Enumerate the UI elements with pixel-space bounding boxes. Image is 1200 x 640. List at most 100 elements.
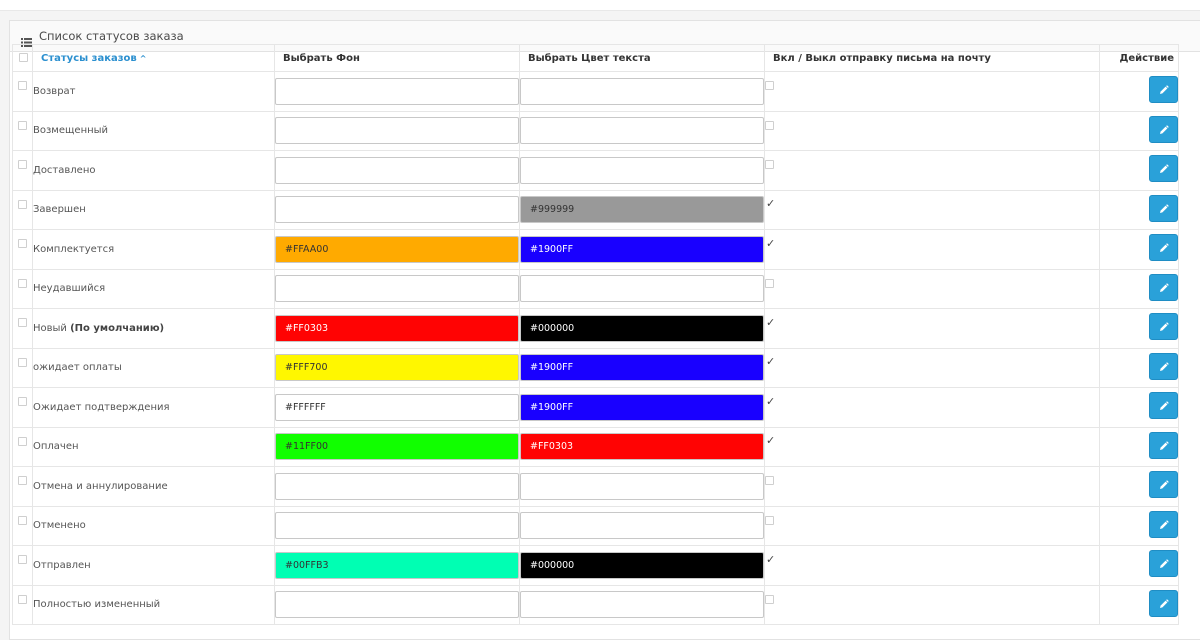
row-select-checkbox[interactable] [18,120,27,130]
background-color-input[interactable] [275,512,519,540]
mail-toggle-cell: ✓ [764,545,1100,586]
table-row: Отмена и аннулирование [12,466,1179,507]
action-cell [1099,466,1179,507]
row-select-checkbox[interactable] [18,436,27,446]
row-select-checkbox[interactable] [18,594,27,604]
row-select-checkbox[interactable] [18,476,27,486]
background-color-input[interactable]: #00FFB3 [275,551,519,579]
pencil-icon [1160,164,1169,174]
text-color-input[interactable]: #1900FF [520,354,764,382]
column-header-status[interactable]: Статусы заказов ^ [32,44,275,72]
status-name: Новый [33,322,71,334]
row-select-checkbox[interactable] [18,555,27,565]
text-color-input[interactable]: #1900FF [520,235,764,263]
text-color-input[interactable]: #000000 [520,314,764,342]
action-cell [1099,229,1179,270]
pencil-icon [1160,243,1169,253]
background-color-input[interactable]: #11FF00 [275,433,519,461]
row-select-checkbox[interactable] [18,397,27,407]
row-select-checkbox[interactable] [18,515,27,525]
row-select-checkbox[interactable] [18,199,27,209]
edit-button[interactable] [1149,115,1178,143]
edit-button[interactable] [1149,76,1178,104]
check-icon[interactable]: ✓ [766,355,775,368]
action-cell [1099,505,1179,546]
edit-button[interactable] [1149,155,1178,183]
mail-toggle-checkbox[interactable] [765,594,775,604]
edit-button[interactable] [1149,234,1178,262]
background-color-input[interactable]: #FFAA00 [275,235,519,263]
background-color-cell: #FF0303 [274,308,520,349]
text-color-input[interactable]: #000000 [520,551,764,579]
edit-button[interactable] [1149,273,1178,301]
row-select-checkbox[interactable] [18,357,27,367]
text-color-input[interactable]: #FF0303 [520,433,764,461]
row-select-cell [12,308,33,349]
background-color-input[interactable] [275,117,519,145]
mail-toggle-checkbox[interactable] [765,278,775,288]
background-color-input[interactable] [275,196,519,224]
select-all-checkbox[interactable] [19,53,28,62]
row-select-checkbox[interactable] [18,318,27,328]
action-cell [1099,426,1179,467]
background-color-input[interactable]: #FFFFFF [275,393,519,421]
edit-button[interactable] [1149,352,1178,380]
check-icon[interactable]: ✓ [766,434,775,447]
text-color-cell: #FF0303 [519,426,765,467]
edit-button[interactable] [1149,550,1178,578]
text-color-input[interactable] [520,591,764,619]
edit-button[interactable] [1149,194,1178,222]
row-select-checkbox[interactable] [18,239,27,249]
text-color-input[interactable] [520,117,764,145]
check-icon[interactable]: ✓ [766,237,775,250]
text-color-input[interactable] [520,472,764,500]
text-color-cell: #999999 [519,189,765,230]
check-icon[interactable]: ✓ [766,197,775,210]
mail-toggle-checkbox[interactable] [765,81,775,91]
row-select-cell [12,505,33,546]
edit-button[interactable] [1149,589,1178,617]
edit-button[interactable] [1149,392,1178,420]
background-color-input[interactable]: #FF0303 [275,314,519,342]
sort-status-link[interactable]: Статусы заказов [41,53,137,64]
background-color-input[interactable] [275,156,519,184]
edit-button[interactable] [1149,471,1178,499]
status-name-cell: Завершен [32,189,275,230]
mail-toggle-checkbox[interactable] [765,515,775,525]
check-icon[interactable]: ✓ [766,395,775,408]
row-select-checkbox[interactable] [18,160,27,170]
text-color-cell: #1900FF [519,229,765,270]
background-color-input[interactable] [275,77,519,105]
mail-toggle-cell: ✓ [764,347,1100,388]
pencil-icon [1160,559,1169,569]
text-color-input[interactable] [520,77,764,105]
mail-toggle-cell: ✓ [764,426,1100,467]
row-select-cell [12,466,33,507]
text-color-input[interactable]: #999999 [520,196,764,224]
row-select-checkbox[interactable] [18,278,27,288]
row-select-cell [12,347,33,388]
edit-button[interactable] [1149,510,1178,538]
check-icon[interactable]: ✓ [766,316,775,329]
row-select-cell [12,387,33,428]
text-color-input[interactable] [520,156,764,184]
order-status-table: Статусы заказов ^ Выбрать Фон Выбрать Цве… [12,44,1179,625]
text-color-input[interactable]: #1900FF [520,393,764,421]
status-name-cell: Неудавшийся [32,268,275,309]
background-color-input[interactable] [275,472,519,500]
background-color-cell [274,189,520,230]
mail-toggle-checkbox[interactable] [765,476,775,486]
status-name-cell: Ожидает подтверждения [32,387,275,428]
text-color-input[interactable] [520,512,764,540]
mail-toggle-checkbox[interactable] [765,160,775,170]
row-select-checkbox[interactable] [18,81,27,91]
edit-button[interactable] [1149,431,1178,459]
background-color-input[interactable] [275,591,519,619]
text-color-input[interactable] [520,275,764,303]
edit-button[interactable] [1149,313,1178,341]
background-color-input[interactable]: #FFF700 [275,354,519,382]
background-color-input[interactable] [275,275,519,303]
mail-toggle-checkbox[interactable] [765,120,775,130]
check-icon[interactable]: ✓ [766,553,775,566]
mail-toggle-cell: ✓ [764,229,1100,270]
